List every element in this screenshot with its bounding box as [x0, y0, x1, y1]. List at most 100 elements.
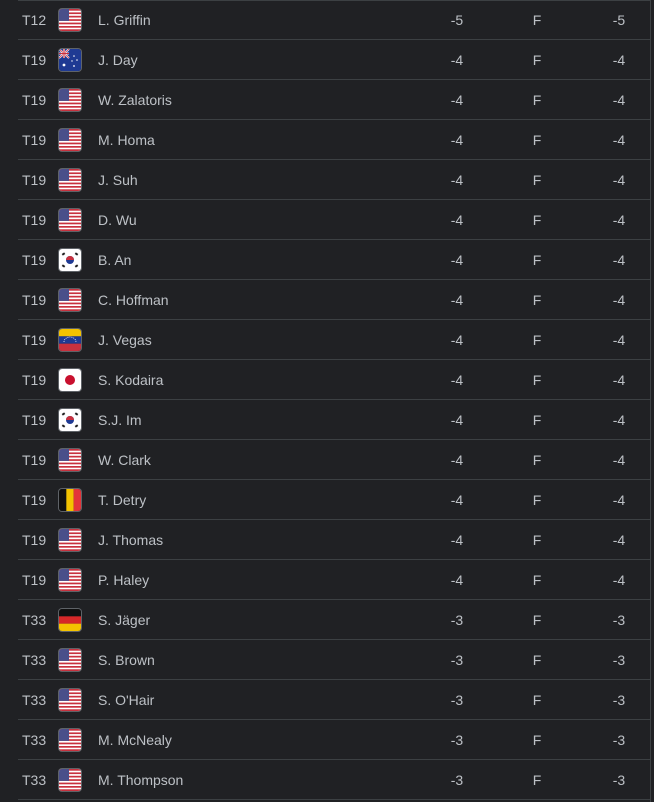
position: T19: [22, 252, 47, 268]
today-score: -4: [450, 52, 464, 68]
position: T33: [22, 612, 47, 628]
position: T33: [22, 772, 47, 788]
thru: F: [532, 52, 542, 68]
south-korea-flag-icon: [59, 249, 81, 271]
usa-flag-icon: [59, 569, 81, 591]
thru: F: [532, 452, 542, 468]
leaderboard-row[interactable]: T33 S. O'Hair -3 F -3: [0, 680, 650, 720]
total-score: -3: [612, 772, 626, 788]
player-name[interactable]: B. An: [98, 240, 131, 280]
player-name[interactable]: M. McNealy: [98, 720, 172, 760]
total-score: -3: [612, 692, 626, 708]
leaderboard-row[interactable]: T33 S. Brown -3 F -3: [0, 640, 650, 680]
player-name[interactable]: L. Griffin: [98, 0, 151, 40]
japan-flag-icon: [59, 369, 81, 391]
total-score: -4: [612, 92, 626, 108]
player-name[interactable]: J. Thomas: [98, 520, 163, 560]
player-name[interactable]: S.J. Im: [98, 400, 142, 440]
today-score: -3: [450, 692, 464, 708]
thru: F: [532, 692, 542, 708]
total-score: -3: [612, 732, 626, 748]
leaderboard-row[interactable]: T19 M. Homa -4 F -4: [0, 120, 650, 160]
player-name[interactable]: W. Zalatoris: [98, 80, 172, 120]
player-name[interactable]: J. Suh: [98, 160, 138, 200]
today-score: -3: [450, 772, 464, 788]
leaderboard-row[interactable]: T19 C. Hoffman -4 F -4: [0, 280, 650, 320]
total-score: -4: [612, 332, 626, 348]
player-name[interactable]: T. Detry: [98, 480, 146, 520]
total-score: -3: [612, 652, 626, 668]
player-name[interactable]: S. Kodaira: [98, 360, 163, 400]
leaderboard-row[interactable]: T19 W. Zalatoris -4 F -4: [0, 80, 650, 120]
thru: F: [532, 292, 542, 308]
thru: F: [532, 772, 542, 788]
total-score: -4: [612, 572, 626, 588]
thru: F: [532, 132, 542, 148]
leaderboard-table: T12 L. Griffin -5 F -5 T19 J. Day -4 F -…: [0, 0, 651, 802]
venezuela-flag-icon: [59, 329, 81, 351]
player-name[interactable]: S. Brown: [98, 640, 155, 680]
today-score: -4: [450, 252, 464, 268]
thru: F: [532, 492, 542, 508]
leaderboard-row[interactable]: T33 S. Jäger -3 F -3: [0, 600, 650, 640]
usa-flag-icon: [59, 689, 81, 711]
leaderboard-row[interactable]: T19 T. Detry -4 F -4: [0, 480, 650, 520]
total-score: -4: [612, 212, 626, 228]
player-name[interactable]: J. Day: [98, 40, 138, 80]
today-score: -3: [450, 652, 464, 668]
leaderboard-row[interactable]: T33 M. Thompson -3 F -3: [0, 760, 650, 800]
player-name[interactable]: W. Clark: [98, 440, 151, 480]
today-score: -4: [450, 452, 464, 468]
position: T19: [22, 532, 47, 548]
usa-flag-icon: [59, 9, 81, 31]
player-name[interactable]: M. Homa: [98, 120, 155, 160]
player-name[interactable]: P. Haley: [98, 560, 149, 600]
leaderboard-row[interactable]: T19 J. Thomas -4 F -4: [0, 520, 650, 560]
position: T19: [22, 292, 47, 308]
total-score: -4: [612, 372, 626, 388]
usa-flag-icon: [59, 169, 81, 191]
today-score: -4: [450, 92, 464, 108]
total-score: -4: [612, 172, 626, 188]
leaderboard-row[interactable]: T19 W. Clark -4 F -4: [0, 440, 650, 480]
leaderboard-row[interactable]: T19 P. Haley -4 F -4: [0, 560, 650, 600]
leaderboard-row[interactable]: T19 J. Suh -4 F -4: [0, 160, 650, 200]
player-name[interactable]: D. Wu: [98, 200, 137, 240]
player-name[interactable]: M. Thompson: [98, 760, 183, 800]
leaderboard-row[interactable]: T19 B. An -4 F -4: [0, 240, 650, 280]
total-score: -4: [612, 412, 626, 428]
thru: F: [532, 532, 542, 548]
total-score: -5: [612, 12, 626, 28]
player-name[interactable]: S. Jäger: [98, 600, 150, 640]
total-score: -4: [612, 492, 626, 508]
player-name[interactable]: C. Hoffman: [98, 280, 169, 320]
usa-flag-icon: [59, 129, 81, 151]
position: T19: [22, 492, 47, 508]
leaderboard-row[interactable]: T19 J. Day -4 F -4: [0, 40, 650, 80]
thru: F: [532, 12, 542, 28]
total-score: -4: [612, 132, 626, 148]
usa-flag-icon: [59, 289, 81, 311]
position: T19: [22, 172, 47, 188]
total-score: -3: [612, 612, 626, 628]
leaderboard-row[interactable]: T19 J. Vegas -4 F -4: [0, 320, 650, 360]
leaderboard-row[interactable]: T19 S.J. Im -4 F -4: [0, 400, 650, 440]
leaderboard-row[interactable]: T12 L. Griffin -5 F -5: [0, 0, 650, 40]
thru: F: [532, 372, 542, 388]
leaderboard-row[interactable]: T19 D. Wu -4 F -4: [0, 200, 650, 240]
leaderboard-row[interactable]: T19 S. Kodaira -4 F -4: [0, 360, 650, 400]
today-score: -4: [450, 572, 464, 588]
position: T19: [22, 372, 47, 388]
thru: F: [532, 172, 542, 188]
total-score: -4: [612, 52, 626, 68]
total-score: -4: [612, 452, 626, 468]
south-korea-flag-icon: [59, 409, 81, 431]
thru: F: [532, 92, 542, 108]
player-name[interactable]: J. Vegas: [98, 320, 152, 360]
position: T19: [22, 452, 47, 468]
today-score: -4: [450, 292, 464, 308]
player-name[interactable]: S. O'Hair: [98, 680, 154, 720]
thru: F: [532, 732, 542, 748]
position: T19: [22, 52, 47, 68]
leaderboard-row[interactable]: T33 M. McNealy -3 F -3: [0, 720, 650, 760]
